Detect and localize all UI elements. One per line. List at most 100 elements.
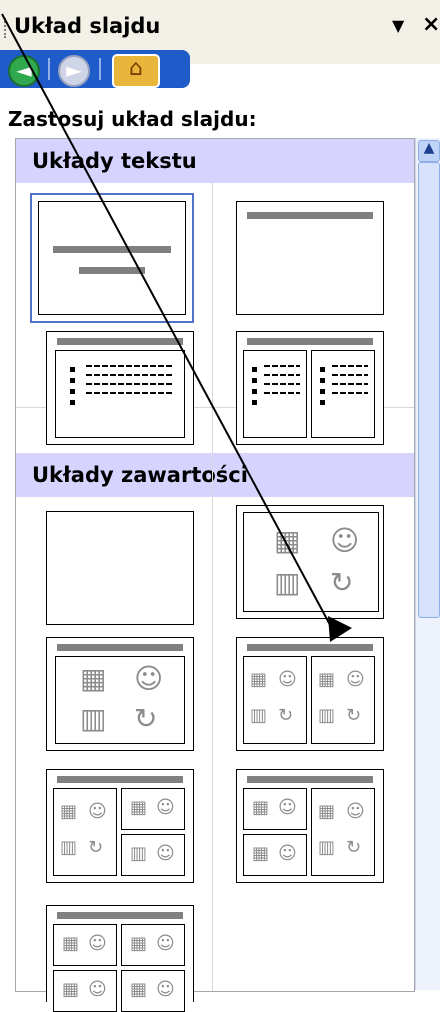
table-icon: ▦: [252, 843, 270, 864]
back-arrow-icon: ◄: [16, 58, 32, 82]
layout-gallery: Układy tekstu Układy zawartości ▦ ☺ ▥ ↻ …: [15, 138, 415, 1012]
title-placeholder-bar: [247, 776, 373, 783]
section-text-layouts: Układy tekstu: [16, 139, 414, 183]
text-placeholder: [55, 350, 185, 438]
table-icon: ▦: [130, 797, 148, 818]
home-icon: ⌂: [129, 56, 143, 81]
diagram-icon: ↻: [88, 837, 104, 858]
content-placeholder-top-left: ▦ ☺: [243, 788, 307, 830]
section-title: Układy tekstu: [32, 149, 197, 173]
clip-art-icon: ☺: [330, 524, 360, 557]
title-placeholder-bar: [57, 776, 183, 783]
diagram-icon: ↻: [134, 702, 158, 735]
text-lines: [264, 365, 300, 405]
table-icon: ▦: [318, 801, 336, 822]
forward-button[interactable]: ►: [58, 55, 90, 87]
column-divider: [212, 183, 213, 991]
clip-art-icon: ☺: [156, 933, 175, 954]
layout-thumb-title-and-two-content[interactable]: ▦ ☺ ▥ ↻ ▦ ☺ ▥ ↻: [236, 637, 384, 751]
title-placeholder-bar: [57, 644, 183, 651]
diagram-icon: ↻: [346, 705, 362, 726]
title-placeholder-bar: [57, 338, 183, 345]
layout-thumb-title-and-two-columns[interactable]: [236, 331, 384, 445]
clip-art-icon: ☺: [346, 801, 365, 822]
clip-art-icon: ☺: [156, 797, 175, 818]
table-icon: ▦: [62, 933, 80, 954]
bullet-dots: [70, 367, 75, 411]
chart-icon: ▥: [250, 705, 268, 726]
back-button[interactable]: ◄: [8, 55, 40, 87]
layout-thumb-title-content-and-two-content[interactable]: ▦ ☺ ▥ ↻ ▦ ☺ ▥ ☺: [46, 769, 194, 883]
layout-thumb-title-and-four-content[interactable]: ▦ ☺ ▦ ☺ ▦ ☺ ▦ ☺: [46, 905, 194, 1012]
grip-handle[interactable]: [4, 18, 9, 38]
slide-layout-task-pane: Układ slajdu ▼ × ◄ ► ⌂ Zastosuj układ sl…: [0, 0, 440, 1012]
clip-art-icon: ☺: [346, 669, 365, 690]
clip-art-icon: ☺: [278, 797, 297, 818]
toolbar-separator: [99, 58, 101, 80]
content-placeholder: ▦ ☺ ▥ ↻: [243, 512, 379, 612]
chart-icon: ▥: [130, 843, 148, 864]
navigation-toolbar: ◄ ► ⌂: [0, 50, 190, 88]
home-button[interactable]: ⌂: [112, 54, 160, 88]
table-icon: ▦: [130, 933, 148, 954]
diagram-icon: ↻: [346, 837, 362, 858]
content-placeholder-right: ▦ ☺ ▥ ↻: [311, 656, 375, 744]
table-icon: ▦: [252, 797, 270, 818]
content-placeholder-right: ▦ ☺ ▥ ↻: [311, 788, 375, 876]
task-pane-title: Układ slajdu: [14, 14, 161, 38]
title-placeholder-bar: [247, 644, 373, 651]
content-placeholder-top-left: ▦ ☺: [53, 924, 117, 966]
content-placeholder-top-right: ▦ ☺: [121, 924, 185, 966]
close-icon[interactable]: ×: [422, 12, 440, 37]
content-placeholder: ▦ ☺ ▥ ↻: [55, 656, 185, 744]
table-icon: ▦: [318, 669, 336, 690]
clip-art-icon: ☺: [88, 801, 107, 822]
section-title: Układy zawartości: [32, 463, 248, 487]
layout-thumb-content[interactable]: ▦ ☺ ▥ ↻: [236, 505, 384, 619]
clip-art-icon: ☺: [156, 979, 175, 1000]
layout-thumb-title-slide[interactable]: [30, 193, 194, 323]
layout-thumb-title-two-content-and-content[interactable]: ▦ ☺ ▦ ☺ ▦ ☺ ▥ ↻: [236, 769, 384, 883]
content-placeholder-bottom-right: ▥ ☺: [121, 834, 185, 876]
title-placeholder-bar: [57, 912, 183, 919]
title-placeholder-bar: [247, 212, 373, 219]
clip-art-icon: ☺: [278, 669, 297, 690]
table-icon: ▦: [60, 801, 78, 822]
vertical-scrollbar[interactable]: ▲: [415, 138, 440, 990]
clip-art-icon: ☺: [88, 933, 107, 954]
content-placeholder-bottom-left: ▦ ☺: [53, 970, 117, 1012]
table-icon: ▦: [274, 524, 301, 557]
section-content-layouts: Układy zawartości: [16, 453, 414, 497]
layout-thumb-title-and-text[interactable]: [46, 331, 194, 445]
scroll-up-button[interactable]: ▲: [418, 140, 440, 162]
apply-layout-label: Zastosuj układ slajdu:: [8, 107, 257, 131]
clip-art-icon: ☺: [88, 979, 107, 1000]
toolbar-separator: [48, 58, 50, 80]
text-lines: [332, 365, 368, 405]
content-placeholder-left: ▦ ☺ ▥ ↻: [243, 656, 307, 744]
layout-thumb-title-only[interactable]: [236, 201, 384, 315]
diagram-icon: ↻: [330, 566, 354, 599]
chart-icon: ▥: [60, 837, 78, 858]
forward-arrow-icon: ►: [66, 58, 82, 82]
task-pane-menu-button[interactable]: ▼: [392, 16, 404, 35]
chart-icon: ▥: [80, 702, 107, 735]
layout-thumb-blank[interactable]: [46, 511, 194, 625]
title-placeholder-bar: [53, 246, 171, 253]
table-icon: ▦: [130, 979, 148, 1000]
text-lines: [86, 365, 172, 405]
bullet-dots: [320, 367, 325, 411]
content-placeholder-top-right: ▦ ☺: [121, 788, 185, 830]
content-placeholder-left: ▦ ☺ ▥ ↻: [53, 788, 117, 876]
table-icon: ▦: [80, 662, 107, 695]
layout-thumb-title-and-content[interactable]: ▦ ☺ ▥ ↻: [46, 637, 194, 751]
content-placeholder-bottom-right: ▦ ☺: [121, 970, 185, 1012]
chart-icon: ▥: [274, 566, 301, 599]
clip-art-icon: ☺: [278, 843, 297, 864]
title-placeholder-bar: [247, 338, 373, 345]
table-icon: ▦: [250, 669, 268, 690]
clip-art-icon: ☺: [156, 843, 175, 864]
bullet-dots: [252, 367, 257, 411]
content-placeholder-bottom-left: ▦ ☺: [243, 834, 307, 876]
scroll-thumb[interactable]: [418, 162, 440, 618]
